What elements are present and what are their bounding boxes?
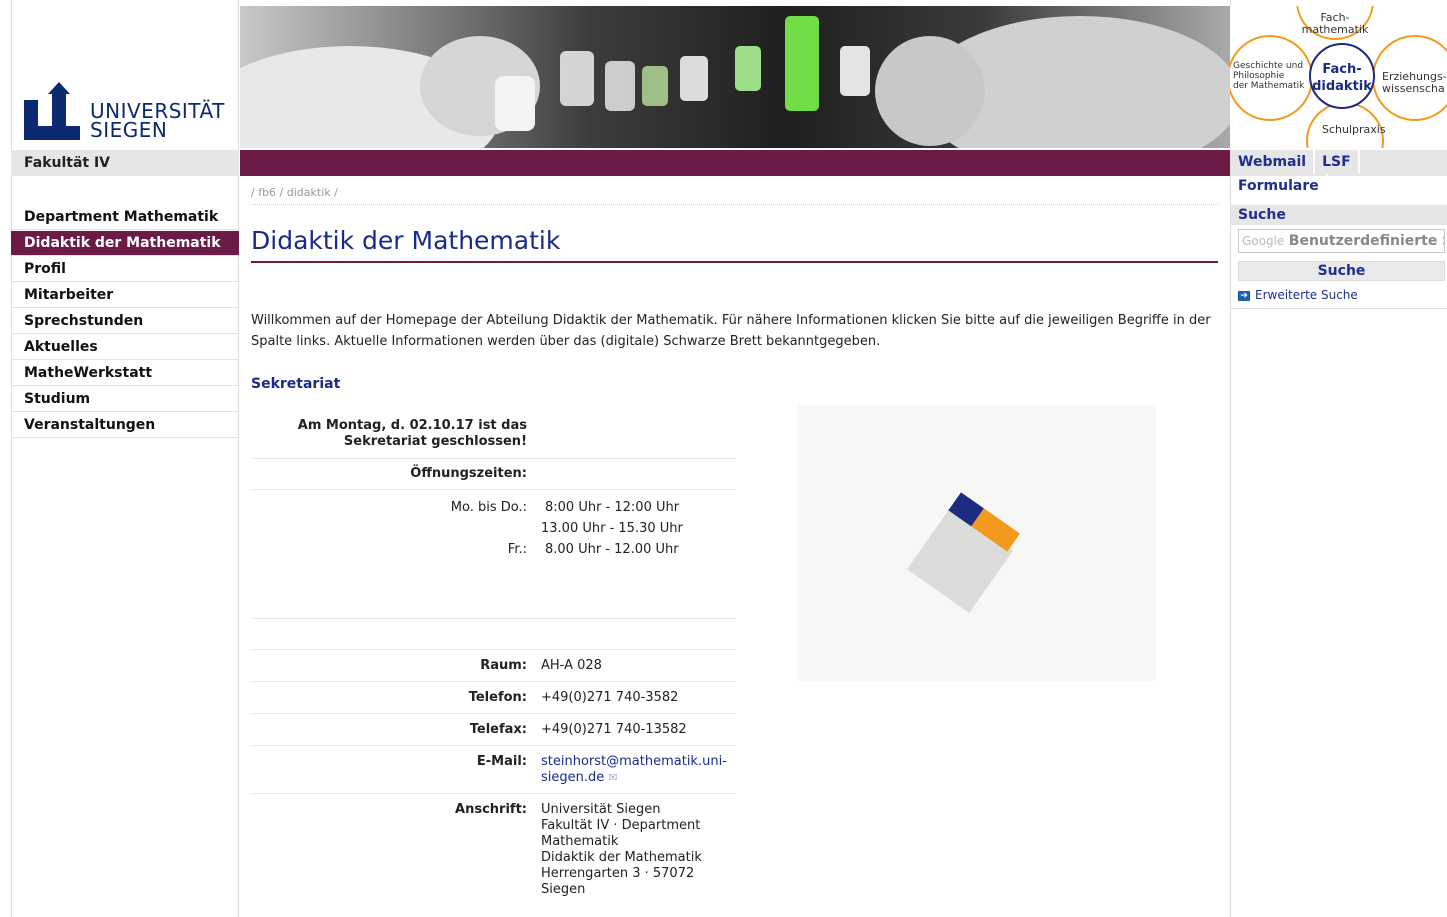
university-logo-spinner-icon — [907, 492, 1020, 613]
telefon-row: Telefon: +49(0)271 740-3582 — [251, 682, 736, 714]
sidebar-item-aktuelles[interactable]: Aktuelles — [11, 335, 239, 360]
webmail-link[interactable]: Webmail — [1231, 150, 1316, 174]
faculty-label[interactable]: Fakultät IV — [11, 150, 239, 176]
welcome-text: Willkommen auf der Homepage der Abteilun… — [251, 313, 1211, 349]
breadcrumb-separator: / — [334, 186, 338, 199]
anschrift-line-4: Didaktik der Mathematik — [541, 850, 702, 865]
diagram-right-line-2: wissenscha — [1382, 82, 1445, 95]
fachdidaktik-diagram: Fach- mathematik Geschichte und Philosop… — [1230, 6, 1447, 148]
diagram-center-line-1: Fach- — [1322, 62, 1362, 77]
telefax-label: Telefax: — [469, 722, 527, 737]
email-link[interactable]: steinhorst@mathematik.uni- siegen.de ✉ — [541, 754, 727, 786]
anschrift-line-5: Herrengarten 3 · 57072 — [541, 866, 695, 881]
logo-line-2: SIEGEN — [90, 118, 168, 142]
diagram-label-left: Geschichte und Philosophie der Mathemati… — [1233, 61, 1304, 91]
notice-line-2: Sekretariat geschlossen! — [343, 434, 527, 449]
telefon-label: Telefon: — [468, 690, 527, 705]
email-line-1: steinhorst@mathematik.uni- — [541, 754, 727, 769]
lab-photo-illustration — [240, 16, 1230, 148]
mail-icon: ✉ — [608, 771, 618, 784]
diagram-label-center: Fach- didaktik — [1312, 61, 1372, 95]
sidebar-item-didaktik[interactable]: Didaktik der Mathematik — [11, 231, 239, 256]
diagram-label-top: Fach- mathematik — [1290, 12, 1380, 36]
diagram-left-line-3: der Mathematik — [1233, 81, 1305, 91]
telefon-value: +49(0)271 740-3582 — [541, 690, 679, 705]
telefax-row: Telefax: +49(0)271 740-13582 — [251, 714, 736, 746]
sidebar-nav: Department Mathematik Didaktik der Mathe… — [11, 205, 239, 439]
loading-image-placeholder — [798, 405, 1156, 681]
hours-label: Öffnungszeiten: — [410, 466, 527, 481]
arrow-right-icon: ➜ — [1238, 290, 1250, 301]
advanced-search-label: Erweiterte Suche — [1255, 288, 1358, 302]
hours-label-row: Öffnungszeiten: — [251, 459, 736, 490]
diagram-left-line-2: Philosophie — [1233, 71, 1285, 81]
title-underline — [251, 261, 1218, 263]
spacer-row — [251, 619, 736, 650]
diagram-left-line-1: Geschichte und — [1233, 61, 1304, 71]
formulare-link[interactable]: Formulare — [1231, 174, 1328, 198]
sidebar-item-mathewerkstatt[interactable]: MatheWerkstatt — [11, 361, 239, 386]
raum-value: AH-A 028 — [541, 658, 602, 673]
notice-text: Am Montag, d. 02.10.17 ist das Sekretari… — [298, 418, 527, 450]
hours-day-3: Fr.: — [507, 542, 527, 557]
search-placeholder: Benutzerdefinierte Su — [1288, 233, 1445, 249]
email-row: E-Mail: steinhorst@mathematik.uni- siege… — [251, 746, 736, 794]
header-banner-photo — [240, 6, 1230, 148]
top-links: Webmail LSFFormulare — [1231, 150, 1447, 198]
diagram-label-bottom: Schulpraxis — [1322, 123, 1386, 136]
breadcrumb-divider — [251, 204, 1218, 205]
notice-line-1: Am Montag, d. 02.10.17 ist das — [297, 418, 527, 433]
anschrift-label: Anschrift: — [455, 802, 527, 817]
breadcrumb-fb6[interactable]: / fb6 / — [251, 186, 283, 199]
hours-time-3: 8.00 Uhr - 12.00 Uhr — [545, 542, 679, 557]
right-divider — [1231, 308, 1447, 309]
header-accent-bar — [240, 150, 1230, 176]
email-label: E-Mail: — [476, 754, 527, 769]
section-heading-sekretariat: Sekretariat — [251, 376, 341, 392]
hours-time-1: 8:00 Uhr - 12:00 Uhr — [545, 500, 680, 515]
sidebar-item-mitarbeiter[interactable]: Mitarbeiter — [11, 283, 239, 308]
university-wordmark: UNIVERSITÄT SIEGEN — [90, 101, 225, 142]
university-logo-mark — [24, 82, 80, 140]
breadcrumb-didaktik[interactable]: didaktik — [287, 186, 331, 199]
raum-row: Raum: AH-A 028 — [251, 650, 736, 682]
hours-day-1: Mo. bis Do.: — [450, 500, 527, 515]
breadcrumb: / fb6 / didaktik / — [251, 186, 338, 199]
diagram-label-right: Erziehungs- wissenscha — [1382, 71, 1447, 95]
sidebar-item-profil[interactable]: Profil — [11, 257, 239, 282]
diagram-top-line-2: mathematik — [1301, 23, 1369, 36]
diagram-center-line-2: didaktik — [1312, 79, 1372, 94]
sidebar-item-sprechstunden[interactable]: Sprechstunden — [11, 309, 239, 334]
sidebar-item-studium[interactable]: Studium — [11, 387, 239, 412]
search-button[interactable]: Suche — [1238, 261, 1445, 281]
hours-time-2: 13.00 Uhr - 15.30 Uhr — [541, 521, 683, 536]
google-brand: Google — [1242, 234, 1285, 248]
sidebar-item-veranstaltungen[interactable]: Veranstaltungen — [11, 413, 239, 438]
anschrift-line-6: Siegen — [541, 882, 586, 897]
anschrift-line-3: Mathematik — [541, 834, 619, 849]
anschrift-value: Universität Siegen Fakultät IV · Departm… — [541, 802, 702, 898]
telefax-value: +49(0)271 740-13582 — [541, 722, 687, 737]
anschrift-line-1: Universität Siegen — [541, 802, 661, 817]
advanced-search-link[interactable]: ➜ Erweiterte Suche — [1238, 288, 1358, 302]
university-logo[interactable]: UNIVERSITÄT SIEGEN — [24, 82, 234, 142]
anschrift-line-2: Fakultät IV · Department — [541, 818, 701, 833]
search-input[interactable]: Google Benutzerdefinierte Su — [1238, 229, 1445, 253]
notice-row: Am Montag, d. 02.10.17 ist das Sekretari… — [251, 414, 736, 459]
sidebar-item-department[interactable]: Department Mathematik — [11, 205, 239, 230]
hours-row: Mo. bis Do.: 8:00 Uhr - 12:00 Uhr 13.00 … — [251, 490, 736, 619]
raum-label: Raum: — [480, 658, 527, 673]
lsf-link[interactable]: LSF — [1315, 150, 1360, 174]
page-title: Didaktik der Mathematik — [251, 226, 561, 255]
search-heading: Suche — [1231, 205, 1447, 225]
anschrift-row: Anschrift: Universität Siegen Fakultät I… — [251, 794, 736, 906]
email-line-2: siegen.de — [541, 770, 605, 785]
